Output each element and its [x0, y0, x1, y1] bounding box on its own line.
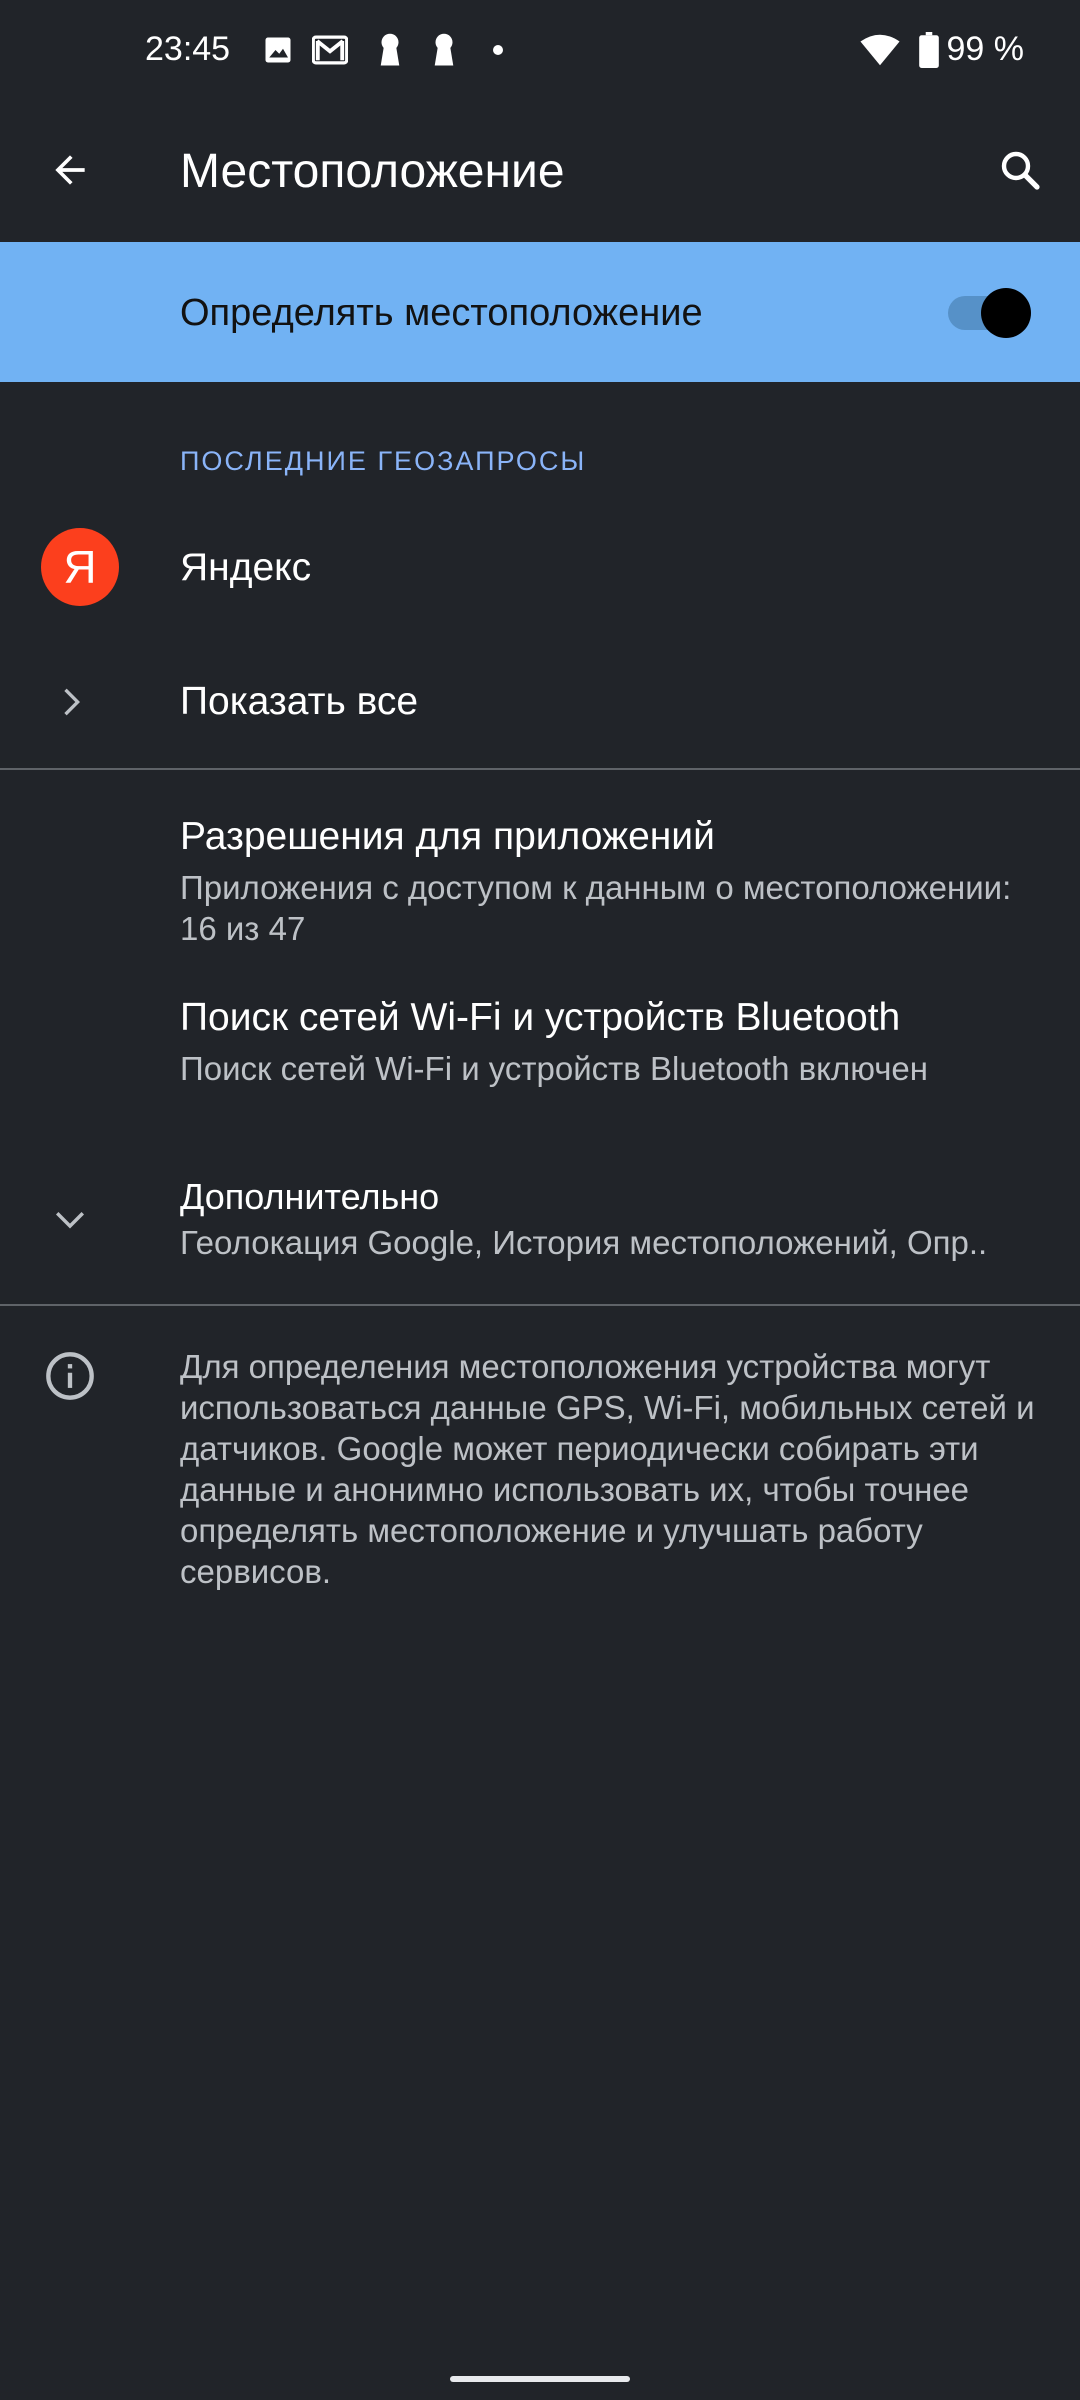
back-button[interactable] [40, 140, 100, 200]
gmail-icon [312, 32, 348, 68]
advanced-subtitle: Геолокация Google, История местоположени… [180, 1224, 988, 1261]
location-toggle-label: Определять местоположение [180, 292, 703, 334]
info-icon [40, 1346, 100, 1406]
app-name-yandex: Яндекс [180, 546, 312, 589]
show-all-row[interactable] [0, 640, 1080, 765]
advanced-row[interactable] [0, 1150, 1080, 1290]
advanced-title: Дополнительно [180, 1176, 440, 1217]
arrow-back-icon [55, 155, 85, 185]
keyhole-icon [372, 32, 408, 68]
battery-percent: 99 % [946, 30, 1025, 68]
gesture-nav-handle[interactable] [450, 2376, 630, 2382]
keyhole-icon [426, 32, 462, 68]
dot-icon [480, 32, 516, 68]
chevron-right-icon [40, 672, 100, 732]
search-icon [1001, 151, 1040, 190]
app-permissions-title: Разрешения для приложений [180, 815, 715, 858]
image-icon [260, 32, 296, 68]
battery-icon [914, 32, 944, 68]
show-all-label: Показать все [180, 680, 419, 723]
location-switch-thumb[interactable] [981, 288, 1031, 338]
yandex-app-icon: Я [41, 528, 119, 606]
chevron-down-icon [40, 1188, 100, 1248]
app-permissions-subtitle: Приложения с доступом к данным о местопо… [180, 869, 1012, 947]
divider [0, 1304, 1080, 1306]
scanning-subtitle: Поиск сетей Wi-Fi и устройств Bluetooth … [180, 1050, 928, 1087]
divider [0, 768, 1080, 770]
page-title: Местоположение [180, 145, 565, 198]
wifi-icon [858, 32, 902, 68]
status-time: 23:45 [145, 30, 231, 68]
recent-requests-header: ПОСЛЕДНИЕ ГЕОЗАПРОСЫ [180, 446, 587, 476]
list-item-yandex[interactable] [0, 502, 1080, 632]
location-info-text: Для определения местоположения устройств… [180, 1348, 1035, 1590]
search-button[interactable] [990, 140, 1050, 200]
scanning-title: Поиск сетей Wi-Fi и устройств Bluetooth [180, 996, 901, 1039]
